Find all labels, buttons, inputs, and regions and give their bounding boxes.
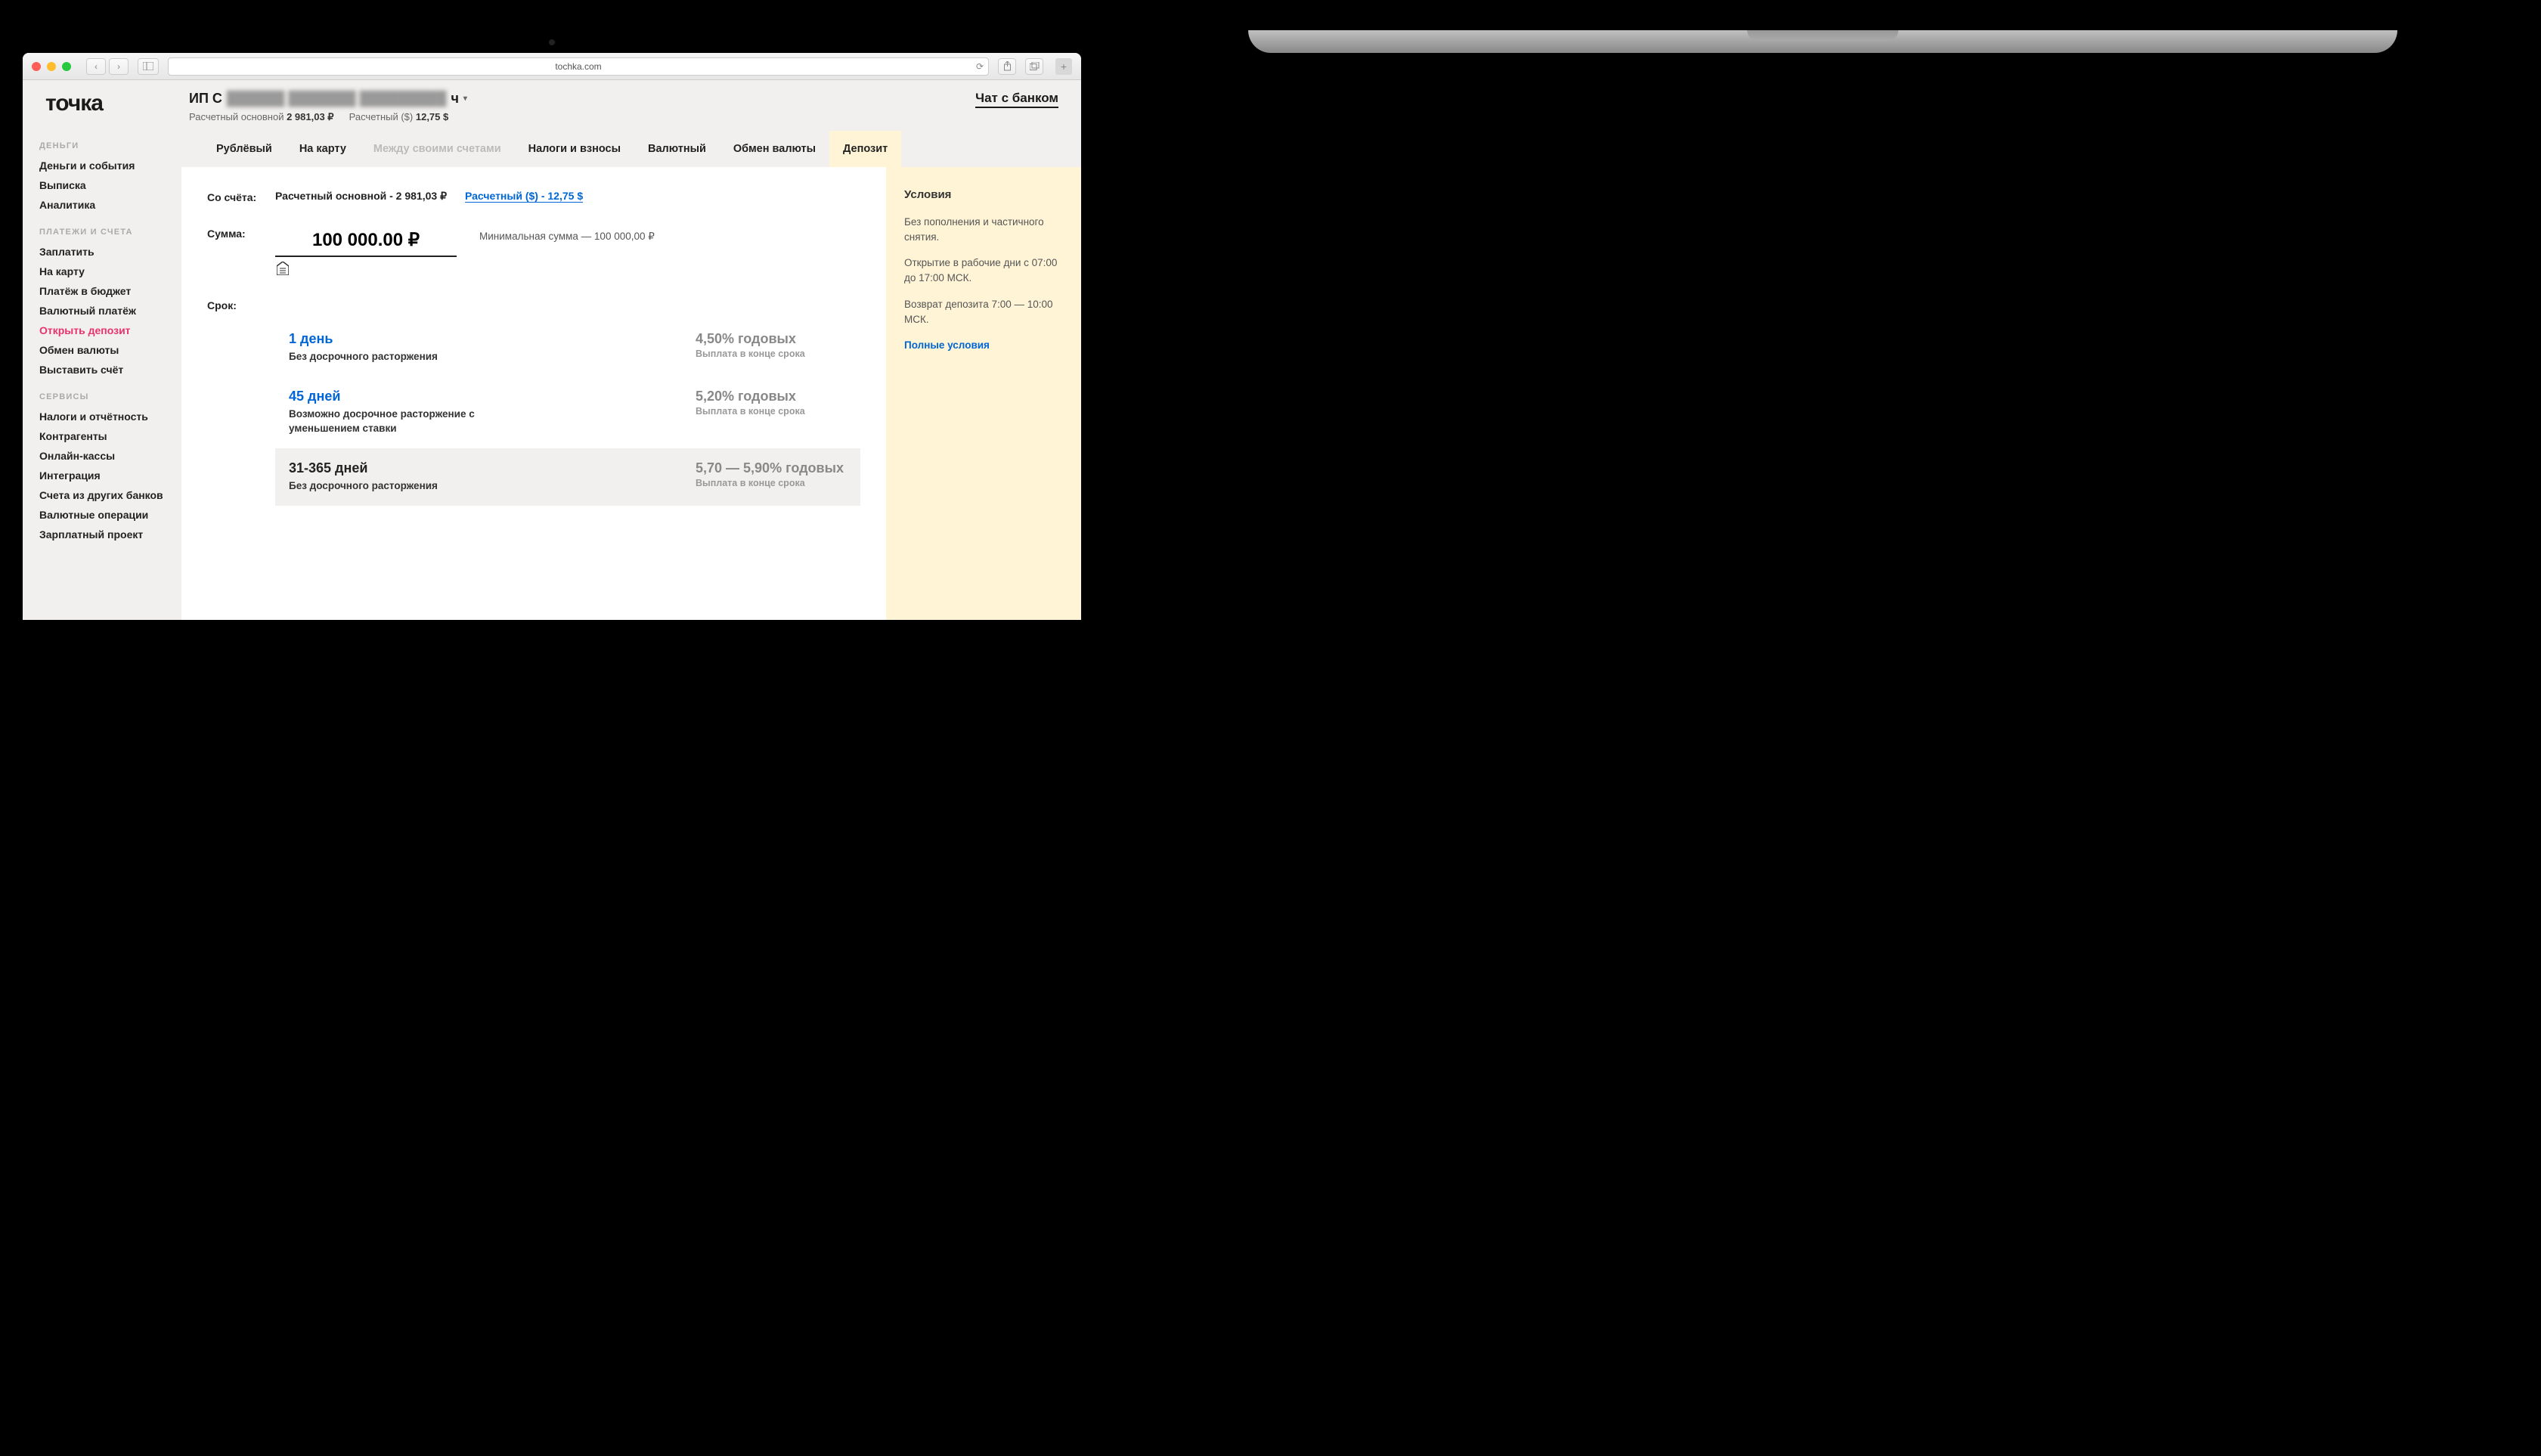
window-minimize[interactable] bbox=[47, 62, 56, 71]
term-1-title: 1 день bbox=[289, 331, 665, 347]
new-tab-button[interactable]: + bbox=[1055, 58, 1072, 75]
window-maximize[interactable] bbox=[62, 62, 71, 71]
panel-p2: Открытие в рабочие дни с 07:00 до 17:00 … bbox=[904, 256, 1063, 287]
panel-title: Условия bbox=[904, 187, 1063, 204]
sidebar-item-currency-ops[interactable]: Валютные операции bbox=[39, 509, 165, 521]
sidebar-head-money: ДЕНЬГИ bbox=[39, 141, 165, 150]
conditions-panel: Условия Без пополнения и частичного снят… bbox=[886, 167, 1081, 620]
sidebar-head-services: СЕРВИСЫ bbox=[39, 392, 165, 401]
sidebar-item-budget[interactable]: Платёж в бюджет bbox=[39, 285, 165, 297]
term-option-2[interactable]: 45 дней Возможно досрочное расторжение с… bbox=[275, 376, 860, 448]
url-text: tochka.com bbox=[555, 61, 601, 72]
amount-label: Сумма: bbox=[207, 226, 275, 240]
amount-value: 100 000.00 ₽ bbox=[275, 226, 457, 257]
tab-currency[interactable]: Валютный bbox=[634, 131, 720, 167]
tab-exchange[interactable]: Обмен валюты bbox=[720, 131, 829, 167]
term-1-rate-sub: Выплата в конце срока bbox=[696, 349, 847, 359]
sidebar-toggle-icon[interactable] bbox=[138, 58, 159, 75]
sidebar-item-counterparties[interactable]: Контрагенты bbox=[39, 430, 165, 442]
reload-icon[interactable]: ⟳ bbox=[976, 61, 984, 72]
min-amount: Минимальная сумма — 100 000,00 ₽ bbox=[479, 226, 655, 243]
sidebar-item-integration[interactable]: Интеграция bbox=[39, 469, 165, 482]
account-selector[interactable]: ИП С ██████ ███████ █████████ ч ▾ bbox=[189, 91, 975, 107]
panel-full-terms-link[interactable]: Полные условия bbox=[904, 339, 990, 351]
sidebar-item-taxes[interactable]: Налоги и отчётность bbox=[39, 410, 165, 423]
term-2-title: 45 дней bbox=[289, 389, 665, 404]
tab-rub[interactable]: Рублёвый bbox=[203, 131, 286, 167]
share-icon[interactable] bbox=[998, 58, 1016, 75]
tab-between[interactable]: Между своими счетами bbox=[360, 131, 515, 167]
from-label: Со счёта: bbox=[207, 190, 275, 203]
term-2-rate: 5,20% годовых bbox=[696, 389, 847, 404]
term-1-rate: 4,50% годовых bbox=[696, 331, 847, 347]
term-2-sub: Возможно досрочное расторжение с уменьше… bbox=[289, 407, 485, 436]
window-close[interactable] bbox=[32, 62, 41, 71]
tab-taxes[interactable]: Налоги и взносы bbox=[515, 131, 634, 167]
sidebar-item-other-accounts[interactable]: Счета из других банков bbox=[39, 489, 165, 501]
sidebar-item-to-card[interactable]: На карту bbox=[39, 265, 165, 277]
sidebar-item-analytics[interactable]: Аналитика bbox=[39, 199, 165, 211]
from-account-rub[interactable]: Расчетный основной - 2 981,03 ₽ bbox=[275, 190, 447, 203]
term-3-title: 31-365 дней bbox=[289, 460, 665, 476]
back-button[interactable]: ‹ bbox=[86, 58, 106, 75]
sidebar-item-events[interactable]: Деньги и события bbox=[39, 160, 165, 172]
slider-handle-icon[interactable] bbox=[275, 262, 457, 275]
balance-rub: Расчетный основной 2 981,03 ₽ bbox=[189, 111, 334, 123]
panel-p1: Без пополнения и частичного снятия. bbox=[904, 215, 1063, 246]
sidebar-item-open-deposit[interactable]: Открыть депозит bbox=[39, 324, 165, 336]
term-2-rate-sub: Выплата в конце срока bbox=[696, 406, 847, 417]
sidebar-item-currency-pay[interactable]: Валютный платёж bbox=[39, 305, 165, 317]
term-1-sub: Без досрочного расторжения bbox=[289, 350, 485, 364]
tab-deposit[interactable]: Депозит bbox=[829, 131, 901, 167]
logo[interactable]: точка bbox=[45, 91, 189, 116]
tab-card[interactable]: На карту bbox=[286, 131, 360, 167]
term-label: Срок: bbox=[207, 298, 275, 311]
term-3-rate-sub: Выплата в конце срока bbox=[696, 478, 847, 488]
term-3-rate: 5,70 — 5,90% годовых bbox=[696, 460, 847, 476]
chevron-down-icon: ▾ bbox=[463, 94, 467, 103]
panel-p3: Возврат депозита 7:00 — 10:00 МСК. bbox=[904, 297, 1063, 328]
balance-usd: Расчетный ($) 12,75 $ bbox=[349, 111, 449, 123]
sidebar-item-exchange[interactable]: Обмен валюты bbox=[39, 344, 165, 356]
payment-tabs: Рублёвый На карту Между своими счетами Н… bbox=[181, 131, 1081, 167]
sidebar-item-online-kassa[interactable]: Онлайн-кассы bbox=[39, 450, 165, 462]
url-bar[interactable]: tochka.com ⟳ bbox=[168, 57, 989, 76]
term-option-1[interactable]: 1 день Без досрочного расторжения 4,50% … bbox=[275, 319, 860, 376]
term-3-sub: Без досрочного расторжения bbox=[289, 479, 485, 494]
sidebar-item-invoice[interactable]: Выставить счёт bbox=[39, 364, 165, 376]
sidebar-head-payments: ПЛАТЕЖИ И СЧЕТА bbox=[39, 228, 165, 237]
browser-toolbar: ‹ › tochka.com ⟳ + bbox=[23, 53, 1081, 80]
chat-link[interactable]: Чат с банком bbox=[975, 91, 1058, 108]
sidebar-item-statement[interactable]: Выписка bbox=[39, 179, 165, 191]
forward-button[interactable]: › bbox=[109, 58, 129, 75]
amount-input[interactable]: 100 000.00 ₽ bbox=[275, 226, 457, 275]
tabs-icon[interactable] bbox=[1025, 58, 1043, 75]
sidebar-item-pay[interactable]: Заплатить bbox=[39, 246, 165, 258]
sidebar: ДЕНЬГИ Деньги и события Выписка Аналитик… bbox=[23, 131, 181, 620]
sidebar-item-payroll[interactable]: Зарплатный проект bbox=[39, 528, 165, 541]
term-option-3[interactable]: 31-365 дней Без досрочного расторжения 5… bbox=[275, 448, 860, 506]
from-account-usd[interactable]: Расчетный ($) - 12,75 $ bbox=[465, 190, 583, 203]
